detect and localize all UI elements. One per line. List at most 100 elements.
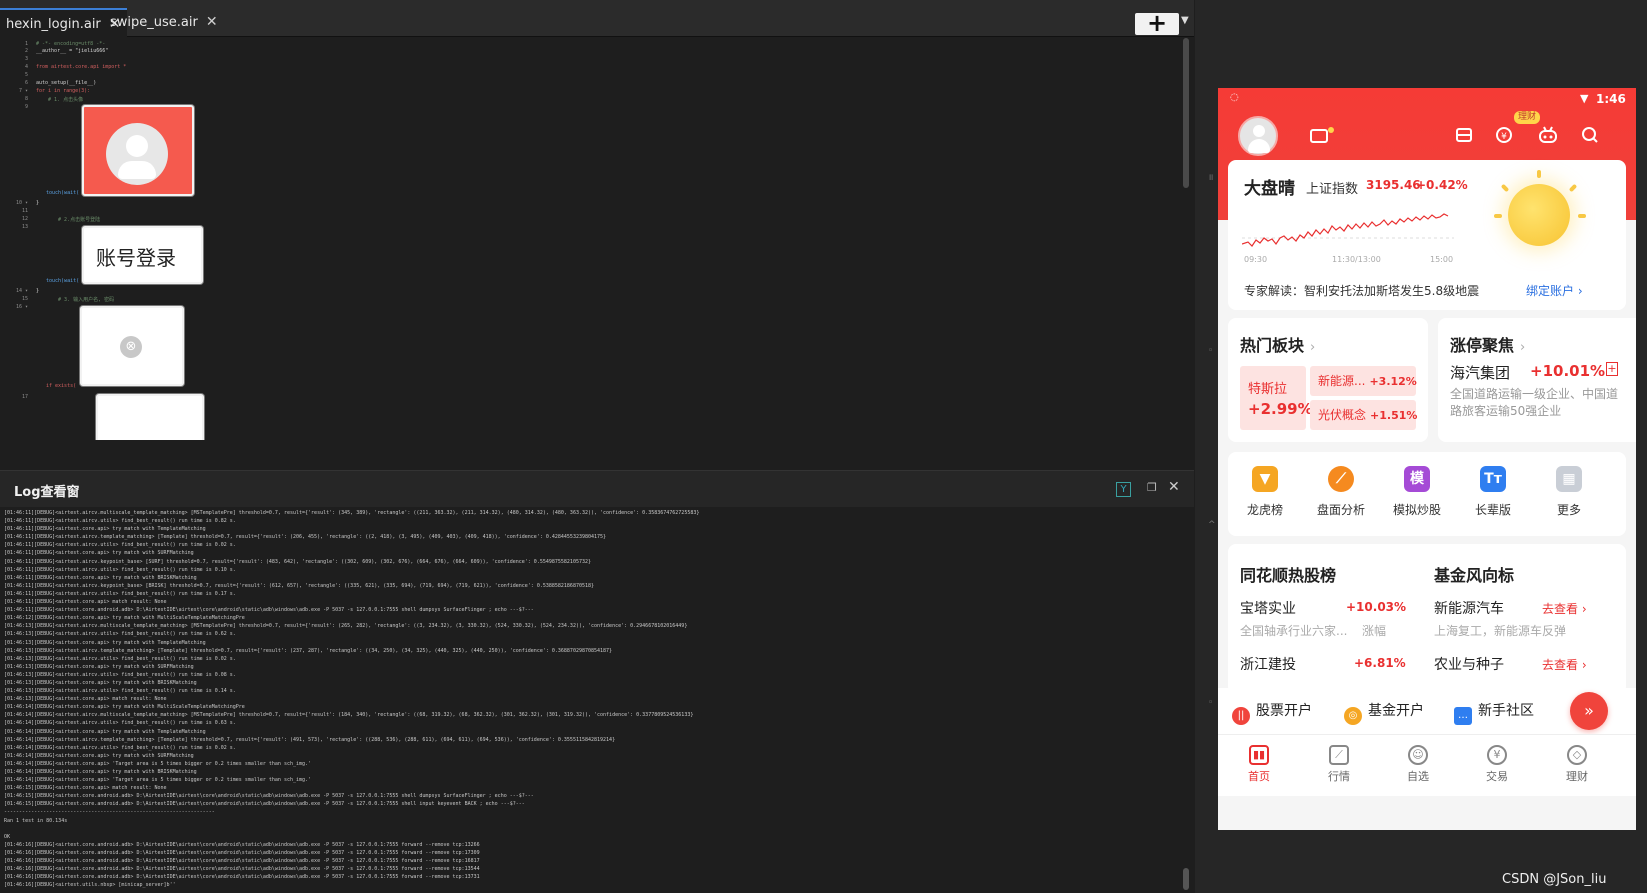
avatar-placeholder-icon xyxy=(106,123,168,185)
status-bar: ◌ ▼ 1:46 xyxy=(1218,88,1636,112)
rank-stock-name[interactable]: 宝塔实业 xyxy=(1240,598,1296,618)
hot-sectors-title: 热门板块 › xyxy=(1240,336,1316,355)
avatar[interactable] xyxy=(1238,116,1278,156)
chart-tick: 15:00 xyxy=(1430,255,1454,264)
template-image-avatar[interactable] xyxy=(82,105,194,196)
log-line: [01:46:14][DEBUG]<airtest.aircv.template… xyxy=(4,736,616,743)
alarm-icon: ◌ xyxy=(1230,92,1239,103)
watermark: CSDN @JSon_liu xyxy=(1502,872,1607,887)
tab-home[interactable]: ▮▮ 首页 xyxy=(1234,745,1284,784)
close-icon[interactable]: ✕ xyxy=(1168,479,1180,495)
message-icon[interactable] xyxy=(1310,129,1328,143)
log-line: [01:46:16][DEBUG]<airtest.core.android.a… xyxy=(4,858,480,865)
log-output[interactable]: [01:46:11][DEBUG]<airtest.aircv.multisca… xyxy=(4,509,1184,889)
code-editor[interactable]: 1 2 3 4 5 6 7 ▾ 8 9 10 ▾ 11 12 13 14 ▾ 1… xyxy=(0,38,1194,440)
limit-up-card[interactable]: 涨停聚焦 › 海汽集团 +10.01% + 全国道路运输一级企业、中国道路旅客运输… xyxy=(1438,318,1636,442)
tab-trade[interactable]: ¥ 交易 xyxy=(1472,745,1522,784)
line-number: 7 ▾ xyxy=(18,88,28,94)
finance-icon[interactable]: ¥ xyxy=(1494,126,1514,146)
rank-stock-tag: 涨幅 xyxy=(1362,624,1387,638)
fund-theme-name[interactable]: 农业与种子 xyxy=(1434,654,1504,674)
community-icon: … xyxy=(1454,707,1472,725)
new-tab-button[interactable]: + xyxy=(1135,11,1179,35)
tab-watchlist[interactable]: ☺ 自选 xyxy=(1393,745,1443,784)
log-panel: Log查看窗 Y ❐ ✕ [01:46:11][DEBUG]<airtest.a… xyxy=(0,470,1194,893)
template-caption: 账号登录 xyxy=(96,246,176,270)
pane-handle[interactable]: ॥ xyxy=(1208,170,1213,183)
market-weather-card[interactable]: 大盘晴 上证指数 3195.46 +0.42% 09:30 11:30/13:0… xyxy=(1228,160,1626,310)
tab-close-icon[interactable]: ✕ xyxy=(206,8,218,37)
template-image-partial[interactable] xyxy=(96,394,204,440)
expert-commentary[interactable]: 专家解读：智利安托法加斯塔发生5.8级地震 xyxy=(1244,282,1479,299)
chevron-down-icon[interactable]: ▼ xyxy=(1181,15,1189,26)
log-line: [01:46:14][DEBUG]<airtest.aircv.utils> f… xyxy=(4,744,236,751)
pane-handle[interactable]: ^ xyxy=(1208,520,1216,530)
rank-stock-name[interactable]: 浙江建投 xyxy=(1240,654,1296,674)
restore-icon[interactable]: ❐ xyxy=(1147,481,1157,494)
pane-handle[interactable]: ◦ xyxy=(1208,698,1213,708)
hot-sector-item[interactable]: 新能源... +3.12% xyxy=(1310,366,1417,396)
wifi-icon: ▼ xyxy=(1580,92,1589,105)
candlestick-icon: ▮▮ xyxy=(1249,745,1269,765)
editor-scrollbar[interactable] xyxy=(1183,38,1189,188)
community-button[interactable]: … 新手社区 xyxy=(1454,700,1534,725)
expand-fab-button[interactable]: » xyxy=(1570,692,1608,730)
hot-stock-rank-title[interactable]: 同花顺热股榜 xyxy=(1240,562,1336,586)
quick-item-dragon-tiger[interactable]: ▼ 龙虎榜 xyxy=(1230,466,1300,518)
fund-account-button[interactable]: ◎ 基金开户 xyxy=(1344,700,1424,725)
search-icon[interactable] xyxy=(1580,126,1600,146)
log-line: [01:46:16][DEBUG]<airtest.core.android.a… xyxy=(4,874,480,881)
code-line: } xyxy=(36,200,40,206)
rank-stock-desc: 全国轴承行业六家... xyxy=(1240,624,1348,638)
scan-icon[interactable] xyxy=(1454,126,1474,146)
action-strip: || 股票开户 ◎ 基金开户 … 新手社区 » xyxy=(1218,688,1636,734)
log-line: [01:46:11][DEBUG]<airtest.aircv.utils> f… xyxy=(4,518,236,525)
line-number: 14 ▾ xyxy=(15,288,28,294)
view-link[interactable]: 去查看 › xyxy=(1542,600,1587,617)
log-line: [01:46:13][DEBUG]<airtest.core.api> try … xyxy=(4,639,206,646)
template-image-account-login[interactable]: 账号登录 xyxy=(82,226,203,284)
log-scrollbar[interactable] xyxy=(1183,868,1189,890)
stock-account-button[interactable]: || 股票开户 xyxy=(1232,700,1312,725)
hot-sector-main[interactable]: 特斯拉 +2.99% xyxy=(1240,366,1313,430)
log-title: Log查看窗 xyxy=(14,485,80,500)
editor-tabbar: hexin_login.air ✕ swipe_use.air ✕ + ▼ xyxy=(0,0,1194,37)
robot-icon[interactable] xyxy=(1538,126,1558,146)
tab-wealth[interactable]: ◇ 理财 xyxy=(1552,745,1602,784)
market-analysis-icon: ⟋ xyxy=(1328,466,1354,492)
tab-label: 理财 xyxy=(1566,770,1588,783)
add-watchlist-icon[interactable]: + xyxy=(1606,362,1618,376)
line-number: 8 xyxy=(24,96,28,102)
person-icon: ☺ xyxy=(1408,745,1428,765)
filter-icon[interactable]: Y xyxy=(1116,482,1131,497)
line-number: 11 xyxy=(21,208,28,214)
hot-sectors-card[interactable]: 热门板块 › 特斯拉 +2.99% 新能源... +3.12% 光伏概念 +1.51% xyxy=(1228,318,1428,442)
log-line: [01:46:11][DEBUG]<airtest.aircv.utils> f… xyxy=(4,590,236,597)
view-link[interactable]: 去查看 › xyxy=(1542,656,1587,673)
bind-account-link[interactable]: 绑定账户 › xyxy=(1526,282,1583,299)
quick-item-elder-mode[interactable]: Tт 长辈版 xyxy=(1458,466,1528,518)
pane-handle[interactable]: ◦ xyxy=(1208,346,1213,356)
tab-quotes[interactable]: ⟋ 行情 xyxy=(1314,745,1364,784)
stock-open-icon: || xyxy=(1232,707,1250,725)
rankings-card: 同花顺热股榜 宝塔实业 +10.03% 全国轴承行业六家... 涨幅 浙江建投 … xyxy=(1228,544,1626,694)
quick-item-simulated-trading[interactable]: 模 模拟炒股 xyxy=(1382,466,1452,518)
quick-item-more[interactable]: ▦ 更多 xyxy=(1534,466,1604,518)
hot-sector-item[interactable]: 光伏概念 +1.51% xyxy=(1310,400,1417,430)
quick-item-market-analysis[interactable]: ⟋ 盘面分析 xyxy=(1306,466,1376,518)
line-number: 16 ▾ xyxy=(15,304,28,310)
elder-mode-icon: Tт xyxy=(1480,466,1506,492)
fund-trend-title[interactable]: 基金风向标 xyxy=(1434,562,1514,586)
fund-theme-desc: 上海复工，新能源车反弹 xyxy=(1434,624,1567,638)
log-line: [01:46:13][DEBUG]<airtest.core.api> try … xyxy=(4,679,197,686)
phone-screen[interactable]: ◌ ▼ 1:46 ¥ 理财 大盘晴 上证指数 3195.46 +0.42% 09… xyxy=(1218,88,1636,830)
tab-label: 交易 xyxy=(1486,770,1508,783)
line-number: 17 xyxy=(21,394,28,400)
template-image-clear[interactable]: ⊗ xyxy=(80,306,184,386)
log-line: [01:46:13][DEBUG]<airtest.aircv.utils> f… xyxy=(4,688,236,695)
sun-ray xyxy=(1500,183,1510,193)
code-line: auto_setup(__file__) xyxy=(36,80,97,86)
tab-swipe-use[interactable]: swipe_use.air ✕ xyxy=(104,8,224,37)
line-number: 6 xyxy=(24,80,28,86)
fund-theme-name[interactable]: 新能源汽车 xyxy=(1434,598,1504,618)
